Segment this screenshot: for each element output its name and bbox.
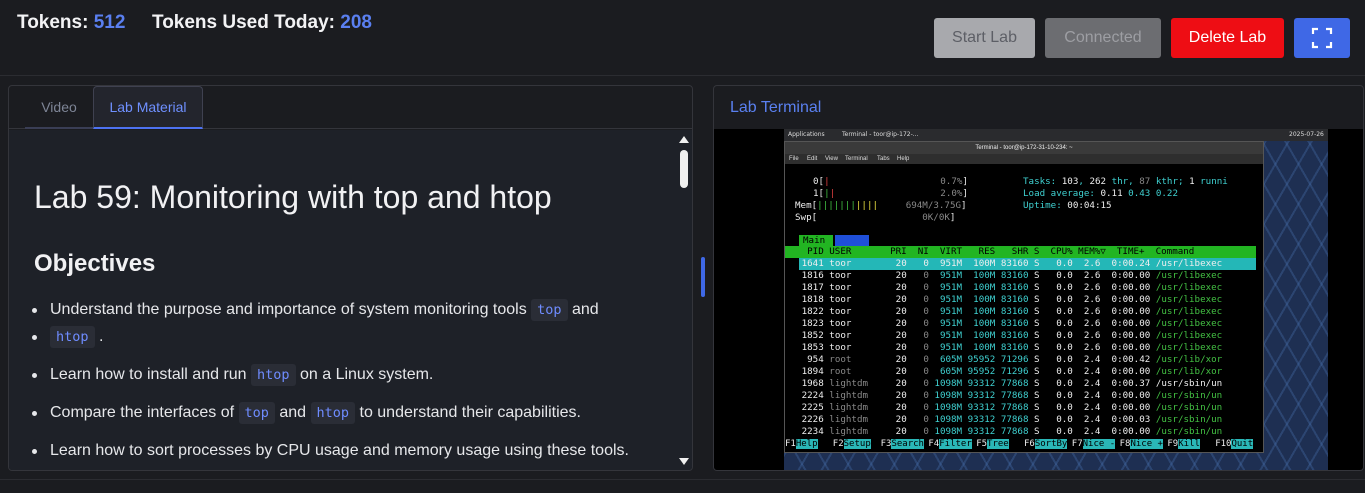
tab-video[interactable]: Video xyxy=(25,86,93,129)
taskbar-window[interactable]: Terminal - toor@ip-172-... xyxy=(842,131,918,138)
column-headers[interactable]: PID USER PRI NI VIRT RES SHR S CPU% MEM%… xyxy=(785,246,1194,258)
list-item: Learn how to sort processes by CPU usage… xyxy=(32,441,629,461)
cpu1-meter: 1[|| 2.0%] xyxy=(813,188,968,199)
terminal-window[interactable]: Terminal - toor@ip-172-31-10-234: ~ File… xyxy=(784,141,1264,453)
tab-main[interactable]: Main xyxy=(799,235,833,246)
table-row[interactable]: 1817 toor 20 0 951M 100M 83160 S 0.0 2.6… xyxy=(785,282,1223,294)
list-item: Understand the purpose and importance of… xyxy=(32,299,599,321)
page-title: Lab 59: Monitoring with top and htop xyxy=(34,179,552,215)
cpu0-meter: 0[| 0.7%] xyxy=(813,176,968,187)
terminal-window-title: Terminal - toor@ip-172-31-10-234: ~ xyxy=(785,142,1263,154)
menu-file[interactable]: File xyxy=(789,156,799,162)
section-heading: Objectives xyxy=(34,250,156,277)
tokens-value: 512 xyxy=(93,12,126,33)
code-htop: htop xyxy=(310,402,356,424)
list-item: Learn how to install and run htop on a L… xyxy=(31,364,433,386)
fkey-nice[interactable]: F7Nice - xyxy=(1072,438,1116,450)
table-row[interactable]: 1968 lightdm 20 0 1098M 93312 77868 S 0.… xyxy=(785,378,1223,390)
content-scrollbar[interactable] xyxy=(676,130,692,470)
terminal-menu-bar: File Edit View Terminal Tabs Help xyxy=(785,154,1263,164)
menu-edit[interactable]: Edit xyxy=(807,156,817,162)
lab-content: Lab 59: Monitoring with top and htop Obj… xyxy=(9,130,678,470)
table-row[interactable]: 2226 lightdm 20 0 1098M 93312 77868 S 0.… xyxy=(785,414,1223,426)
code-htop: htop xyxy=(251,364,296,386)
fullscreen-icon xyxy=(1311,27,1333,49)
code-htop: htop xyxy=(50,326,95,348)
tokens-today-value: 208 xyxy=(340,12,372,33)
tokens-today-stat: Tokens Used Today: 208 xyxy=(152,12,372,34)
table-row[interactable]: 1641 toor 20 0 951M 100M 83160 S 0.0 2.6… xyxy=(785,258,1223,270)
menu-tabs[interactable]: Tabs xyxy=(877,156,890,162)
fkey-search[interactable]: F3Search xyxy=(881,438,924,450)
terminal-panel-title: Lab Terminal xyxy=(730,99,822,116)
remote-desktop-view[interactable]: Applications Terminal - toor@ip-172-... … xyxy=(714,129,1363,470)
delete-lab-button[interactable]: Delete Lab xyxy=(1171,18,1284,58)
fkey-sortby[interactable]: F6SortBy xyxy=(1024,438,1068,450)
fkey-nice[interactable]: F8Nice + xyxy=(1120,438,1163,450)
bottom-bar xyxy=(0,479,1365,493)
load-average: Load average: 0.11 0.43 0.22 xyxy=(1023,188,1178,199)
code-top: top xyxy=(531,299,568,321)
table-row[interactable]: 1818 toor 20 0 951M 100M 83160 S 0.0 2.6… xyxy=(785,294,1223,306)
table-row[interactable]: 1816 toor 20 0 951M 100M 83160 S 0.0 2.6… xyxy=(785,270,1223,282)
tokens-stat: Tokens: 512 xyxy=(17,12,125,34)
applications-menu[interactable]: Applications xyxy=(788,131,825,138)
list-item-continuation: htop . xyxy=(31,326,103,348)
menu-view[interactable]: View xyxy=(825,156,838,162)
fkey-kill[interactable]: F9Kill xyxy=(1167,438,1200,450)
scroll-up-icon[interactable] xyxy=(679,136,689,143)
lab-material-panel: Video Lab Material Lab 59: Monitoring wi… xyxy=(8,85,693,471)
fkey-filter[interactable]: F4Filter xyxy=(928,438,972,450)
table-row[interactable]: 954 root 20 0 605M 95952 71296 S 0.0 2.4… xyxy=(785,354,1222,366)
clock: 2025-07-26 xyxy=(1289,131,1324,138)
panel-tabs: Video Lab Material xyxy=(9,86,692,129)
fkey-tree[interactable]: F5Tree xyxy=(976,438,1009,450)
table-row[interactable]: 1852 toor 20 0 951M 100M 83160 S 0.0 2.6… xyxy=(785,330,1223,342)
tasks-summary: Tasks: 103, 262 thr, 87 kthr; 1 runni xyxy=(1023,176,1228,187)
swp-meter: Swp[ 0K/0K] xyxy=(795,212,956,223)
code-top: top xyxy=(238,402,275,424)
connected-button[interactable]: Connected xyxy=(1045,18,1161,58)
tab-lab-material[interactable]: Lab Material xyxy=(93,86,203,129)
panel-resize-handle[interactable] xyxy=(701,257,705,297)
tab-io[interactable]: I/O xyxy=(835,235,869,246)
menu-help[interactable]: Help xyxy=(897,156,909,162)
function-key-bar: F1Help F2Setup F3Search F4Filter F5Tree F6… xyxy=(785,438,1263,450)
table-row[interactable]: 2225 lightdm 20 0 1098M 93312 77868 S 0.… xyxy=(785,402,1223,414)
table-row[interactable]: 2234 lightdm 20 0 1098M 93312 77868 S 0.… xyxy=(785,426,1223,438)
fkey-setup[interactable]: F2Setup xyxy=(833,438,871,450)
mem-meter: Mem[||||||||||| 694M/3.75G] xyxy=(795,200,967,211)
desktop-background: Applications Terminal - toor@ip-172-... … xyxy=(784,129,1328,470)
fullscreen-button[interactable] xyxy=(1294,18,1350,58)
fkey-help[interactable]: F1Help xyxy=(785,438,818,450)
scroll-down-icon[interactable] xyxy=(679,458,689,465)
top-bar: Tokens: 512 Tokens Used Today: 208 Start… xyxy=(0,0,1365,76)
list-item: Compare the interfaces of top and htop t… xyxy=(32,402,581,424)
scroll-thumb[interactable] xyxy=(680,150,688,188)
fkey-quit[interactable]: F10Quit xyxy=(1215,438,1254,450)
menu-terminal[interactable]: Terminal xyxy=(845,156,868,162)
table-row[interactable]: 1894 root 20 0 605M 95952 71296 S 0.0 2.… xyxy=(785,366,1223,378)
lab-terminal-panel: Lab Terminal Applications Terminal - too… xyxy=(713,85,1364,471)
table-row[interactable]: 1853 toor 20 0 951M 100M 83160 S 0.0 2.6… xyxy=(785,342,1223,354)
table-row[interactable]: 1822 toor 20 0 951M 100M 83160 S 0.0 2.6… xyxy=(785,306,1223,318)
table-row[interactable]: 1823 toor 20 0 951M 100M 83160 S 0.0 2.6… xyxy=(785,318,1223,330)
table-row[interactable]: 2224 lightdm 20 0 1098M 93312 77868 S 0.… xyxy=(785,390,1223,402)
tokens-today-label: Tokens Used Today: xyxy=(152,12,335,33)
tokens-label: Tokens: xyxy=(17,12,89,33)
start-lab-button[interactable]: Start Lab xyxy=(934,18,1035,58)
os-taskbar: Applications Terminal - toor@ip-172-... … xyxy=(784,129,1328,141)
uptime: Uptime: 00:04:15 xyxy=(1023,200,1112,211)
